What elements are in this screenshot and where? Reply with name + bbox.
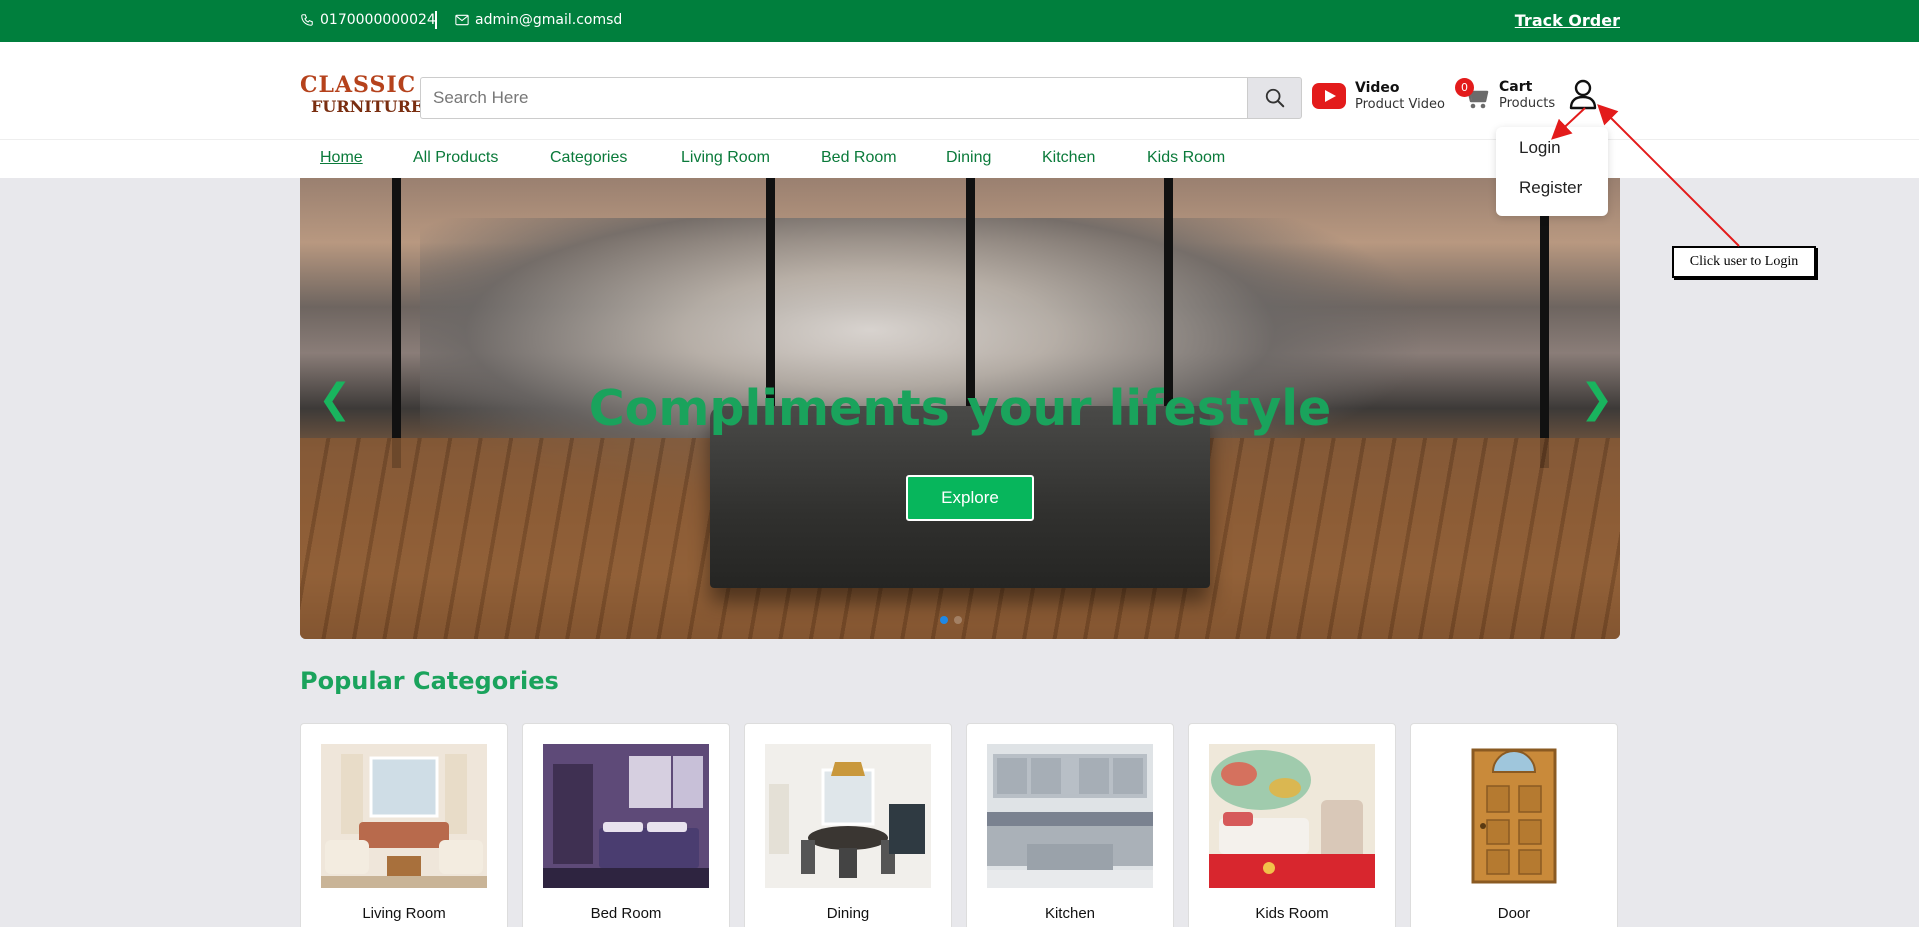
nav-bed-room[interactable]: Bed Room	[821, 149, 897, 167]
product-video-link[interactable]: Video Product Video	[1312, 80, 1445, 112]
logo-text-furniture: FURNITURE	[311, 97, 424, 116]
video-title: Video	[1355, 80, 1400, 96]
category-card-bed-room[interactable]: Bed Room	[522, 723, 730, 927]
dining-image	[765, 744, 931, 888]
main-nav: Home All Products Categories Living Room…	[0, 139, 1919, 178]
category-card-dining[interactable]: Dining	[744, 723, 952, 927]
explore-button[interactable]: Explore	[906, 475, 1034, 521]
bed-room-image	[543, 744, 709, 888]
email-contact[interactable]: admin@gmail.comsd	[455, 12, 622, 28]
nav-living-room[interactable]: Living Room	[681, 149, 770, 167]
hero-carousel: ❮ ❯ Compliments your lifestyle Explore	[300, 178, 1620, 639]
top-bar: 0170000000024 admin@gmail.comsd Track Or…	[0, 0, 1919, 42]
login-menu-item[interactable]: Login	[1519, 138, 1561, 158]
search-input[interactable]	[420, 77, 1247, 119]
register-menu-item[interactable]: Register	[1519, 178, 1582, 198]
hero-title: Compliments your lifestyle	[588, 380, 1332, 437]
search-icon	[1265, 88, 1284, 108]
cart-count-badge: 0	[1455, 78, 1474, 97]
nav-dining[interactable]: Dining	[946, 149, 991, 167]
user-account-button[interactable]	[1568, 78, 1598, 112]
topbar-divider	[435, 11, 437, 29]
category-label: Dining	[826, 905, 870, 922]
category-label: Kids Room	[1255, 905, 1329, 922]
track-order-link[interactable]: Track Order	[1515, 11, 1620, 30]
search-bar	[420, 77, 1302, 119]
nav-all-products[interactable]: All Products	[413, 149, 498, 167]
phone-number: 0170000000024	[320, 12, 436, 28]
popular-categories-title: Popular Categories	[300, 667, 559, 695]
nav-home[interactable]: Home	[320, 149, 363, 167]
nav-categories[interactable]: Categories	[550, 149, 627, 167]
kitchen-image	[987, 744, 1153, 888]
living-room-image	[321, 744, 487, 888]
phone-contact[interactable]: 0170000000024	[300, 12, 436, 28]
nav-kitchen[interactable]: Kitchen	[1042, 149, 1095, 167]
logo[interactable]: CLASSIC FURNITURE	[300, 72, 424, 122]
category-card-living-room[interactable]: Living Room	[300, 723, 508, 927]
cart-subtitle: Products	[1499, 96, 1556, 111]
category-card-kids-room[interactable]: Kids Room	[1188, 723, 1396, 927]
email-address: admin@gmail.comsd	[475, 12, 623, 28]
nav-kids-room[interactable]: Kids Room	[1147, 149, 1225, 167]
youtube-icon	[1312, 83, 1346, 109]
category-card-kitchen[interactable]: Kitchen	[966, 723, 1174, 927]
category-label: Bed Room	[590, 905, 662, 922]
phone-icon	[301, 14, 313, 26]
cart-icon-wrap: 0	[1455, 78, 1491, 112]
category-label: Kitchen	[1044, 905, 1096, 922]
mail-icon	[455, 14, 469, 26]
door-image	[1431, 744, 1597, 888]
cart-title: Cart	[1499, 79, 1533, 95]
video-subtitle: Product Video	[1355, 97, 1445, 112]
logo-text-classic: CLASSIC	[300, 72, 417, 98]
annotation-callout: Click user to Login	[1672, 246, 1816, 278]
carousel-indicator[interactable]	[954, 616, 962, 624]
carousel-indicator-active[interactable]	[940, 616, 948, 624]
user-icon	[1569, 79, 1597, 110]
cart-link[interactable]: 0 Cart Products	[1455, 78, 1555, 112]
category-card-door[interactable]: Door	[1410, 723, 1618, 927]
category-label: Living Room	[362, 905, 446, 922]
category-label: Door	[1497, 905, 1531, 922]
user-dropdown-menu: Login Register	[1496, 127, 1608, 216]
kids-room-image	[1209, 744, 1375, 888]
header: CLASSIC FURNITURE Video Product Video 0 …	[0, 42, 1919, 139]
search-button[interactable]	[1247, 77, 1302, 119]
